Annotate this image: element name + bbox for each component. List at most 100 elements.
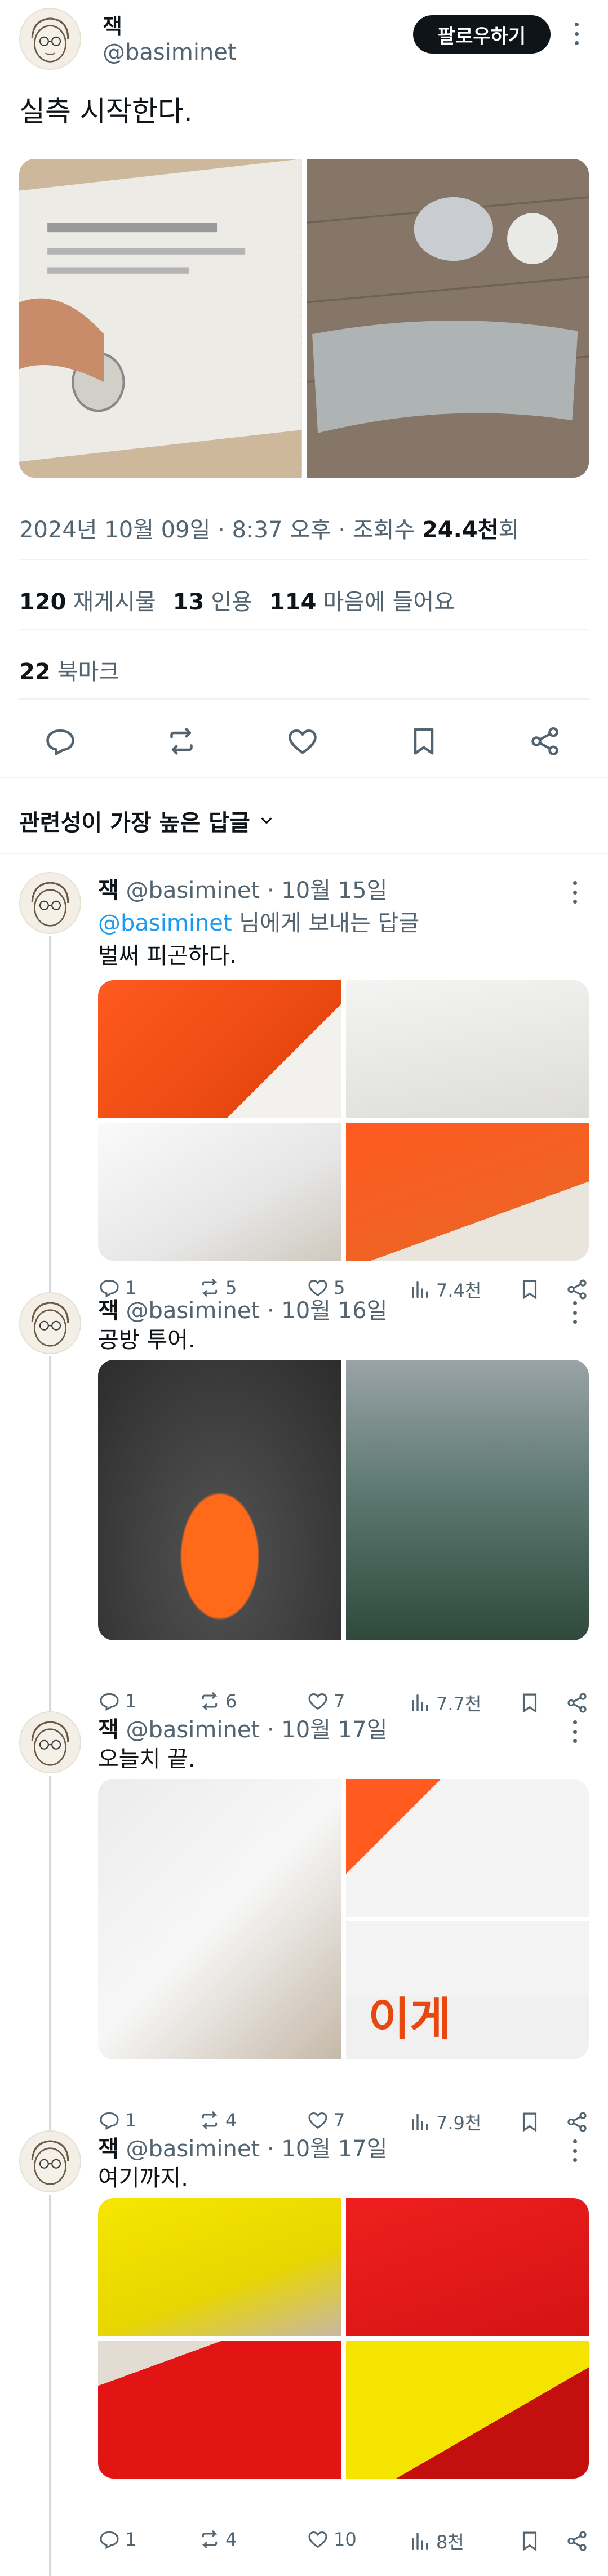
reply-tweet[interactable]: 잭 @basiminet · 10월 16일 공방 투어. 1 6 7 7.7천 — [0, 1292, 608, 1715]
reply-button[interactable]: 1 — [98, 2528, 136, 2551]
media-photo[interactable] — [345, 1779, 589, 1917]
like-icon[interactable] — [286, 724, 319, 758]
like-button[interactable]: 7 — [307, 1690, 345, 1712]
author-name[interactable]: 잭 — [98, 878, 119, 904]
reply-sort-selector[interactable]: 관련성이 가장 높은 답글 — [19, 804, 275, 837]
divider — [19, 559, 589, 560]
media-photo[interactable] — [98, 1360, 341, 1640]
reply-date[interactable]: · 10월 16일 — [260, 1298, 388, 1324]
repost-button[interactable]: 4 — [198, 2109, 237, 2132]
thread-line — [49, 936, 51, 1300]
repost-icon — [202, 2530, 218, 2548]
tweet-meta: 2024년 10월 09일 · 8:37 오후 · 조회수 24.4천회 — [19, 511, 519, 544]
media-photo[interactable] — [98, 1779, 341, 2059]
reply-button[interactable]: 1 — [98, 2109, 136, 2132]
media-photo[interactable] — [98, 2341, 341, 2479]
share-icon[interactable] — [528, 724, 562, 758]
reply-date[interactable]: · 10월 17일 — [260, 1717, 388, 1743]
avatar[interactable] — [19, 1292, 81, 1354]
bookmark-stat[interactable]: 22 북마크 — [19, 653, 119, 686]
reply-tweet[interactable]: 잭 @basiminet · 10월 17일 여기까지. 1 4 10 8천 — [0, 2130, 608, 2576]
reply-header: 잭 @basiminet · 10월 15일 — [98, 872, 387, 905]
media-photo[interactable] — [19, 159, 302, 478]
media-photo[interactable] — [98, 2198, 341, 2336]
reply-icon[interactable] — [43, 724, 77, 758]
repost-stat[interactable]: 120 재게시물 — [19, 584, 156, 616]
more-options-icon[interactable] — [571, 1301, 579, 1324]
media-photo[interactable] — [345, 980, 589, 1118]
quote-stat[interactable]: 13 인용 — [173, 584, 252, 616]
reply-text: 공방 투어. — [98, 1327, 196, 1353]
more-options-icon[interactable] — [571, 2139, 579, 2162]
tweet-media[interactable] — [19, 159, 589, 478]
thread-line — [49, 1356, 51, 1712]
like-button[interactable]: 7 — [307, 2109, 345, 2132]
follow-button[interactable]: 팔로우하기 — [413, 15, 551, 54]
reply-header: 잭 @basiminet · 10월 16일 — [98, 1292, 387, 1325]
bookmark-icon[interactable] — [518, 2529, 542, 2553]
reply-tweet[interactable]: 잭 @basiminet · 10월 15일 @basiminet 님에게 보내… — [0, 872, 608, 1301]
divider — [0, 777, 608, 778]
author-handle[interactable]: @basiminet — [103, 39, 237, 65]
media-photo[interactable] — [306, 159, 589, 478]
author-name[interactable]: 잭 — [98, 2136, 119, 2162]
views-icon — [412, 1694, 428, 1711]
author-name[interactable]: 잭 — [103, 9, 122, 40]
reply-icon — [100, 2531, 119, 2550]
more-options-icon[interactable] — [573, 23, 580, 45]
author-name[interactable]: 잭 — [98, 1298, 119, 1324]
author-handle[interactable]: @basiminet — [126, 1717, 260, 1743]
reply-text: 여기까지. — [98, 2165, 188, 2191]
reply-button[interactable]: 1 — [98, 1690, 136, 1712]
media-photo[interactable] — [345, 2341, 589, 2479]
author-handle[interactable]: @basiminet — [126, 2136, 260, 2162]
reply-media-grid — [98, 1360, 589, 1640]
reply-actions: 1 4 10 8천 — [98, 2528, 589, 2556]
divider — [19, 698, 589, 700]
chevron-down-icon — [261, 817, 272, 824]
more-options-icon[interactable] — [571, 1720, 579, 1743]
media-photo[interactable] — [98, 1123, 341, 1261]
repost-icon — [202, 2111, 218, 2129]
avatar[interactable] — [19, 8, 81, 70]
reply-header: 잭 @basiminet · 10월 17일 — [98, 1711, 387, 1744]
reply-date[interactable]: · 10월 17일 — [260, 2136, 388, 2162]
media-photo[interactable]: 이게 — [345, 1921, 589, 2059]
reply-media-grid — [98, 980, 589, 1261]
reply-icon — [100, 1693, 119, 1711]
media-photo[interactable] — [98, 980, 341, 1118]
bookmark-icon[interactable] — [407, 724, 441, 758]
avatar[interactable] — [19, 1711, 81, 1773]
image-text: 이게 — [368, 1993, 451, 2045]
media-photo[interactable] — [345, 2198, 589, 2336]
thread-line — [49, 2195, 51, 2576]
reply-media-grid — [98, 2198, 589, 2479]
like-stat[interactable]: 114 마음에 들어요 — [269, 584, 455, 616]
mention-link[interactable]: @basiminet — [98, 910, 232, 936]
like-icon — [308, 2112, 327, 2129]
repost-button[interactable]: 6 — [198, 1690, 237, 1712]
repost-icon[interactable] — [165, 724, 198, 758]
media-photo[interactable] — [345, 1123, 589, 1261]
reply-date[interactable]: · 10월 15일 — [260, 878, 388, 904]
views-button[interactable]: 8천 — [409, 2528, 464, 2554]
avatar-face-icon — [20, 9, 80, 69]
repost-button[interactable]: 4 — [198, 2528, 237, 2551]
avatar[interactable] — [19, 872, 81, 934]
avatar-face-icon — [20, 1712, 80, 1772]
share-icon[interactable] — [565, 2529, 589, 2553]
view-count: 24.4천 — [421, 517, 499, 543]
reply-tweet[interactable]: 잭 @basiminet · 10월 17일 오늘치 끝. 이게 1 4 7 7… — [0, 1711, 608, 2134]
author-handle[interactable]: @basiminet — [126, 1298, 260, 1324]
media-photo[interactable] — [345, 1360, 589, 1640]
reply-media-grid: 이게 — [98, 1779, 589, 2059]
views-icon — [412, 2114, 428, 2130]
tweet-text: 실측 시작한다. — [19, 95, 193, 128]
avatar[interactable] — [19, 2130, 81, 2192]
like-button[interactable]: 10 — [307, 2528, 357, 2551]
author-handle[interactable]: @basiminet — [126, 878, 260, 904]
timestamp[interactable]: 2024년 10월 09일 · 8:37 오후 · 조회수 — [19, 517, 422, 543]
view-suffix: 회 — [498, 517, 520, 543]
author-name[interactable]: 잭 — [98, 1717, 119, 1743]
more-options-icon[interactable] — [571, 881, 579, 904]
